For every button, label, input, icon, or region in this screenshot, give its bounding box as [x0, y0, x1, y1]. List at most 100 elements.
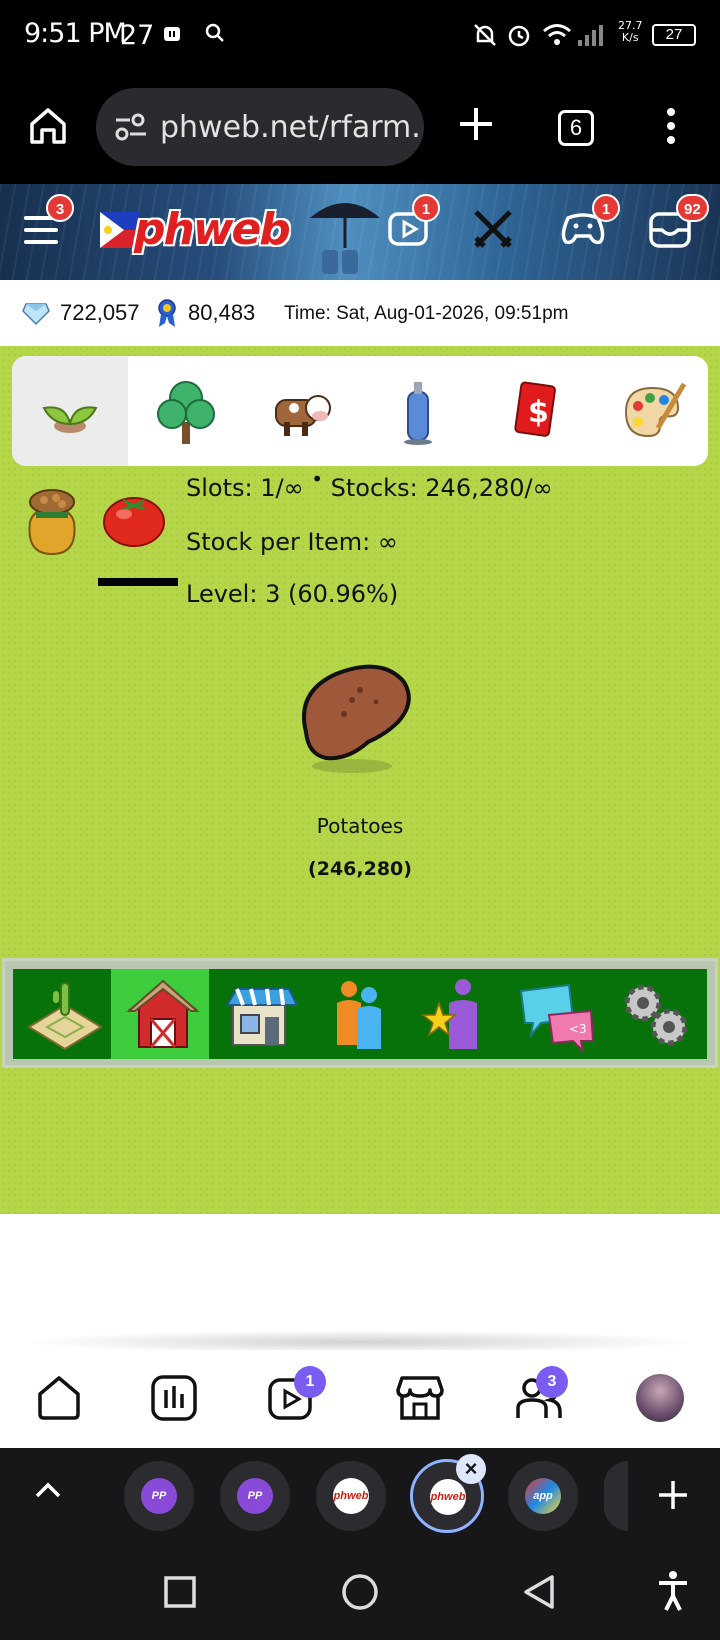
- video-badge: 1: [412, 194, 440, 222]
- diamonds-value: 722,057: [60, 300, 140, 325]
- nav-stats-icon[interactable]: [150, 1374, 198, 1427]
- new-tab-icon[interactable]: [456, 104, 496, 149]
- stats-bar: 722,057 80,483 Time: Sat, Aug-01-2026, 0…: [0, 280, 720, 346]
- nav-marketplace-icon[interactable]: [396, 1374, 444, 1427]
- signal-icon: [576, 22, 606, 53]
- search-icon: [204, 22, 226, 49]
- site-header: 3 phweb 1 1 92: [0, 184, 720, 280]
- gears-icon: [624, 984, 688, 1046]
- farm-field-icon: [27, 982, 103, 1051]
- tab-thumb-2[interactable]: PP: [220, 1461, 290, 1531]
- site-settings-icon[interactable]: [114, 112, 148, 147]
- battery-indicator: 27: [652, 24, 696, 46]
- tab-favicon: app: [525, 1478, 561, 1514]
- notifications-off-icon: [472, 22, 498, 53]
- potato-icon[interactable]: [296, 662, 420, 785]
- tool-chat[interactable]: <3: [503, 969, 601, 1059]
- slots-stocks-line: Slots: 1/∞ • Stocks: 246,280/∞: [186, 467, 553, 502]
- status-bar: 9:51 PM 27 27.7 K/s 27: [0, 0, 720, 70]
- money-icon: $: [514, 381, 556, 437]
- selected-indicator: [98, 578, 178, 586]
- back-icon[interactable]: [522, 1574, 558, 1615]
- url-text: phweb.net/rfarm.: [160, 110, 421, 145]
- net-speed: 27.7 K/s: [618, 19, 643, 44]
- tree-icon: [157, 381, 215, 444]
- points-value: 80,483: [188, 300, 256, 325]
- stock-per-item-text: Stock per Item: ∞: [186, 528, 398, 556]
- tool-farm[interactable]: [13, 969, 111, 1059]
- tab-seeds[interactable]: [12, 356, 128, 466]
- nav-videos-badge: 1: [294, 1366, 326, 1398]
- sprout-icon: [42, 406, 98, 433]
- tool-neighbors[interactable]: [307, 969, 405, 1059]
- ribbon-icon: [156, 298, 178, 333]
- level-text: Level: 3 (60.96%): [186, 580, 399, 608]
- status-time: 9:51 PM: [24, 18, 127, 49]
- tab-thumb-1[interactable]: PP: [124, 1461, 194, 1531]
- wifi-icon: [542, 22, 572, 53]
- chat-icon: <3: [519, 983, 595, 1055]
- svg-text:<3: <3: [569, 1022, 587, 1036]
- accessibility-icon[interactable]: [656, 1570, 690, 1617]
- tab-favicon: phweb: [430, 1479, 466, 1515]
- address-bar[interactable]: phweb.net/rfarm.: [96, 88, 424, 166]
- avatar[interactable]: [636, 1374, 684, 1422]
- tool-barn[interactable]: [111, 969, 209, 1059]
- home-button-icon[interactable]: [340, 1572, 380, 1617]
- tab-favicon: phweb: [333, 1478, 369, 1514]
- phone-screen: 9:51 PM 27 27.7 K/s 27 phweb.net/rfarm. …: [0, 0, 720, 1640]
- item-count: (246,280): [308, 858, 412, 880]
- separator-dot: •: [311, 467, 323, 491]
- status-date: 27: [120, 20, 155, 51]
- tab-trees[interactable]: [128, 356, 244, 466]
- star-person-icon: [420, 979, 477, 1049]
- barn-icon: [126, 979, 200, 1048]
- site-logo[interactable]: phweb: [134, 204, 291, 255]
- tool-shop[interactable]: [209, 969, 307, 1059]
- browser-toolbar: phweb.net/rfarm. 6: [0, 70, 720, 184]
- nav-home-icon[interactable]: [36, 1374, 82, 1427]
- menu-badge: 3: [46, 194, 74, 222]
- tab-animals[interactable]: [244, 356, 360, 466]
- tab-thumb-3[interactable]: phweb: [316, 1461, 386, 1531]
- tool-profile[interactable]: [405, 969, 503, 1059]
- add-tab-icon[interactable]: [656, 1478, 690, 1517]
- site-bottom-nav: 1 3: [0, 1350, 720, 1448]
- spray-can-icon: [404, 382, 432, 445]
- more-menu-icon[interactable]: [664, 106, 678, 151]
- tab-favicon: PP: [141, 1478, 177, 1514]
- farm-game-area: $ Slots: 1/∞ • Stocks: 246,280/∞ Stock p…: [0, 346, 720, 1214]
- tab-switcher-button[interactable]: 6: [558, 110, 594, 146]
- tab-money[interactable]: $: [476, 356, 592, 466]
- android-nav-bar: [0, 1544, 720, 1640]
- shop-icon: [225, 988, 299, 1046]
- tomato-icon[interactable]: [102, 488, 166, 553]
- people-icon: [337, 981, 381, 1049]
- nav-groups-badge: 3: [536, 1366, 568, 1398]
- toolbar-inner: <3: [13, 969, 707, 1059]
- server-time: Time: Sat, Aug-01-2026, 09:51pm: [284, 303, 569, 324]
- umbrella-icon: [300, 188, 390, 280]
- seed-bag-icon[interactable]: [22, 486, 82, 563]
- item-name: Potatoes: [316, 814, 404, 838]
- close-tab-icon[interactable]: ×: [456, 1454, 486, 1484]
- slots-text: Slots: 1/∞: [186, 474, 304, 502]
- game-badge: 1: [592, 194, 620, 222]
- inbox-badge: 92: [676, 194, 709, 222]
- game-toolbar: <3: [2, 958, 718, 1068]
- tab-decor[interactable]: [592, 356, 708, 466]
- browser-tab-strip: PP PP phweb phweb × app: [0, 1448, 720, 1544]
- svg-text:$: $: [528, 395, 549, 430]
- tab-tools[interactable]: [360, 356, 476, 466]
- tab-thumb-6[interactable]: [604, 1461, 628, 1531]
- diamond-icon: [22, 302, 50, 331]
- screen-record-icon: [160, 22, 184, 51]
- stocks-text: Stocks: 246,280/∞: [330, 474, 553, 502]
- chevron-up-icon[interactable]: [34, 1480, 62, 1505]
- crossed-swords-icon[interactable]: [470, 206, 516, 257]
- cow-icon: [275, 395, 331, 436]
- tool-settings[interactable]: [601, 969, 699, 1059]
- recents-icon[interactable]: [164, 1576, 196, 1613]
- tab-thumb-5[interactable]: app: [508, 1461, 578, 1531]
- home-icon[interactable]: [26, 104, 70, 153]
